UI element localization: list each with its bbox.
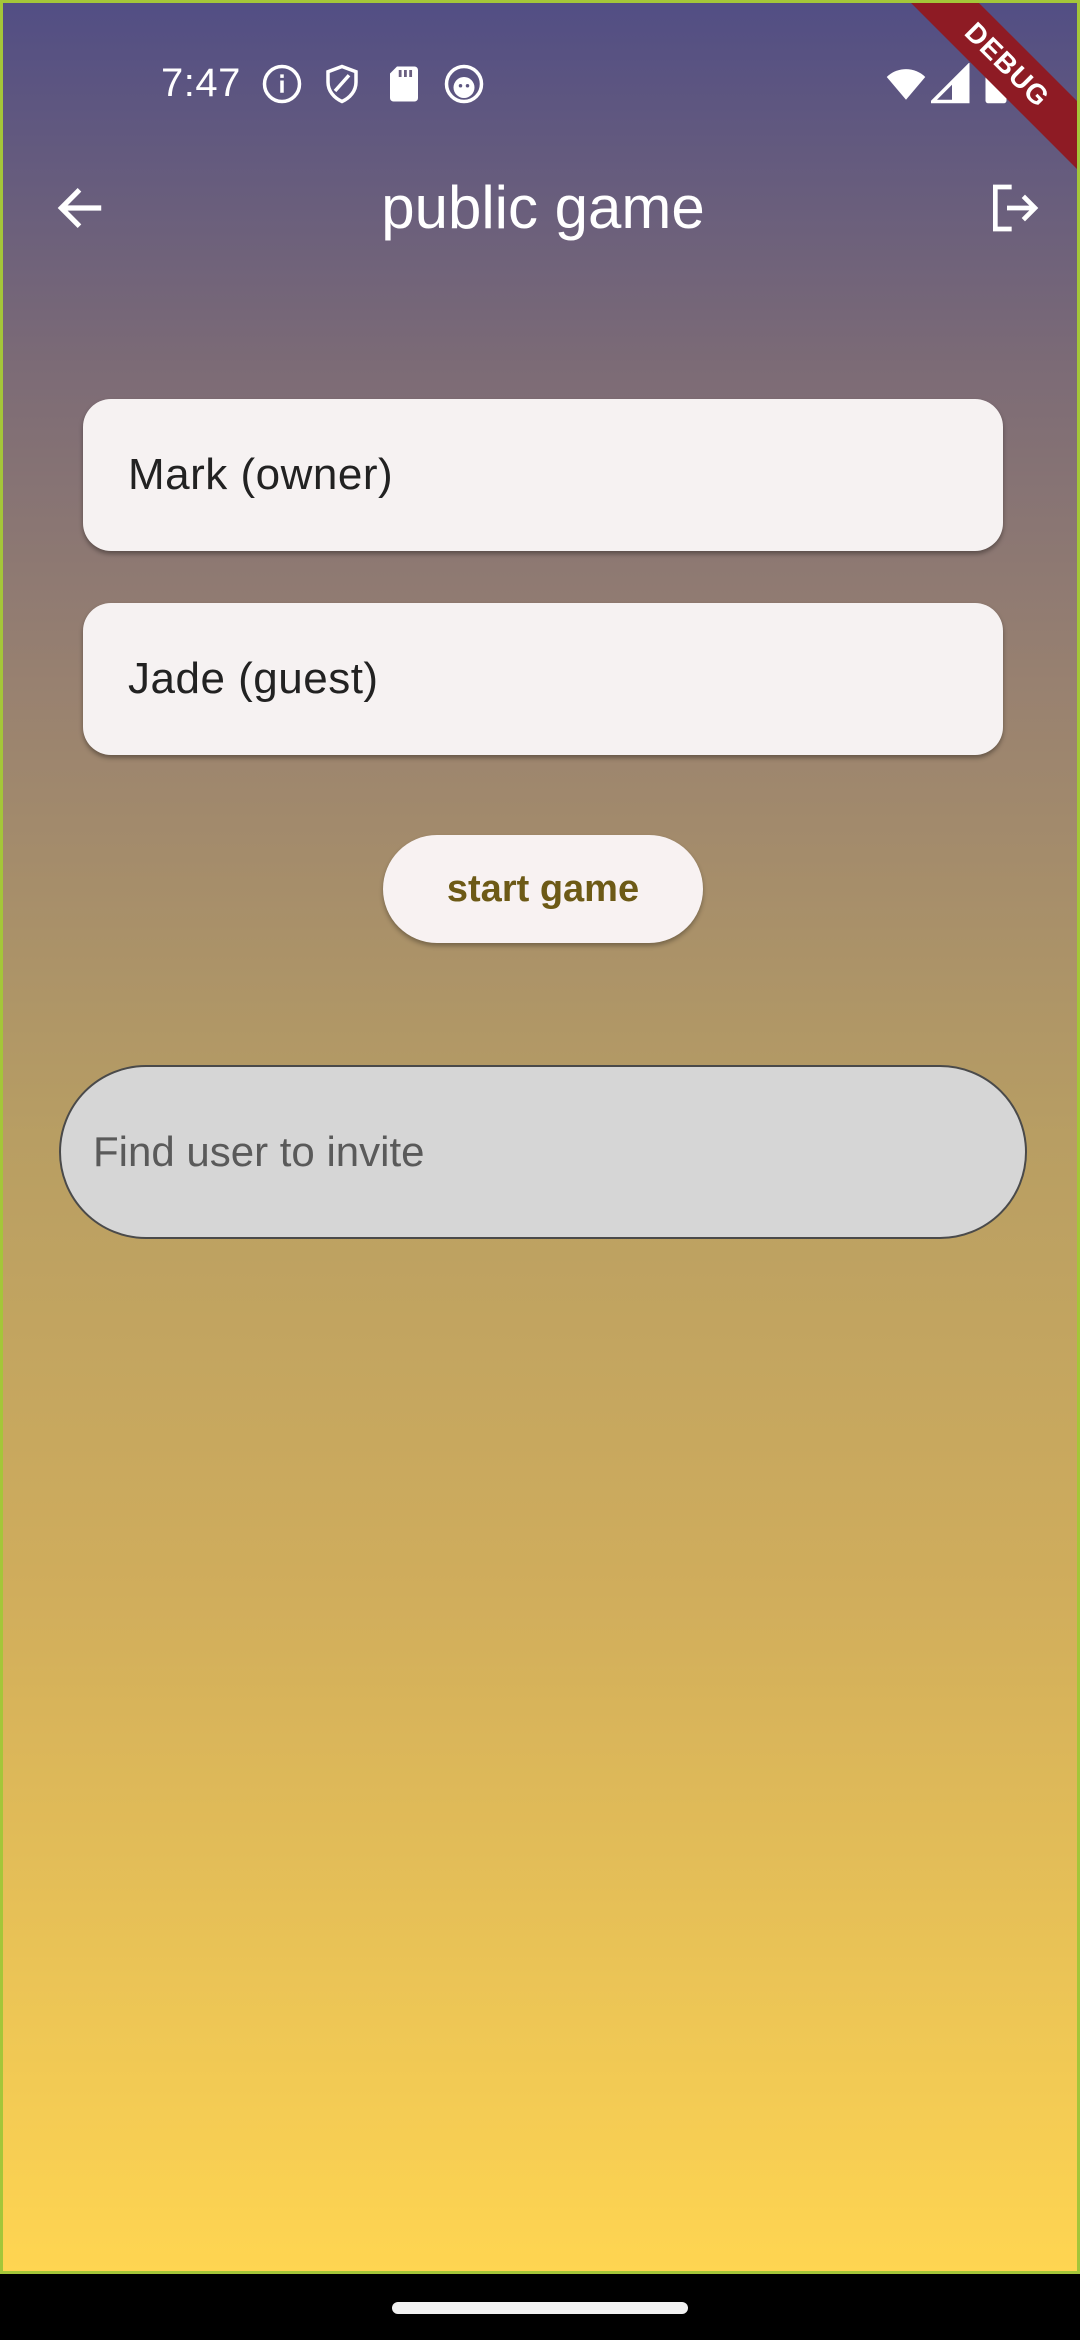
- app-bar: public game: [3, 153, 1077, 263]
- screen: 7:47 DEBUG public game Mark (owner) Jade…: [0, 0, 1080, 2340]
- signal-icon: [931, 63, 973, 105]
- logout-icon: [993, 184, 1039, 232]
- home-indicator[interactable]: [392, 2302, 688, 2314]
- status-bar: 7:47: [3, 43, 1077, 129]
- status-time: 7:47: [161, 61, 241, 105]
- face-icon: [443, 63, 485, 105]
- shield-icon: [321, 63, 363, 105]
- player-name: Mark (owner): [128, 450, 394, 499]
- wifi-icon: [883, 63, 929, 105]
- app-body: 7:47 DEBUG public game Mark (owner) Jade…: [0, 0, 1080, 2274]
- player-card-owner[interactable]: Mark (owner): [83, 399, 1003, 551]
- sd-card-icon: [383, 63, 425, 105]
- player-name: Jade (guest): [128, 654, 379, 703]
- invite-user-search-input[interactable]: [59, 1065, 1027, 1239]
- start-game-button[interactable]: start game: [383, 835, 703, 943]
- system-nav-bar: [0, 2274, 1080, 2340]
- info-icon: [261, 63, 303, 105]
- logout-button[interactable]: [981, 175, 1047, 241]
- page-title: public game: [381, 174, 705, 241]
- player-card-guest[interactable]: Jade (guest): [83, 603, 1003, 755]
